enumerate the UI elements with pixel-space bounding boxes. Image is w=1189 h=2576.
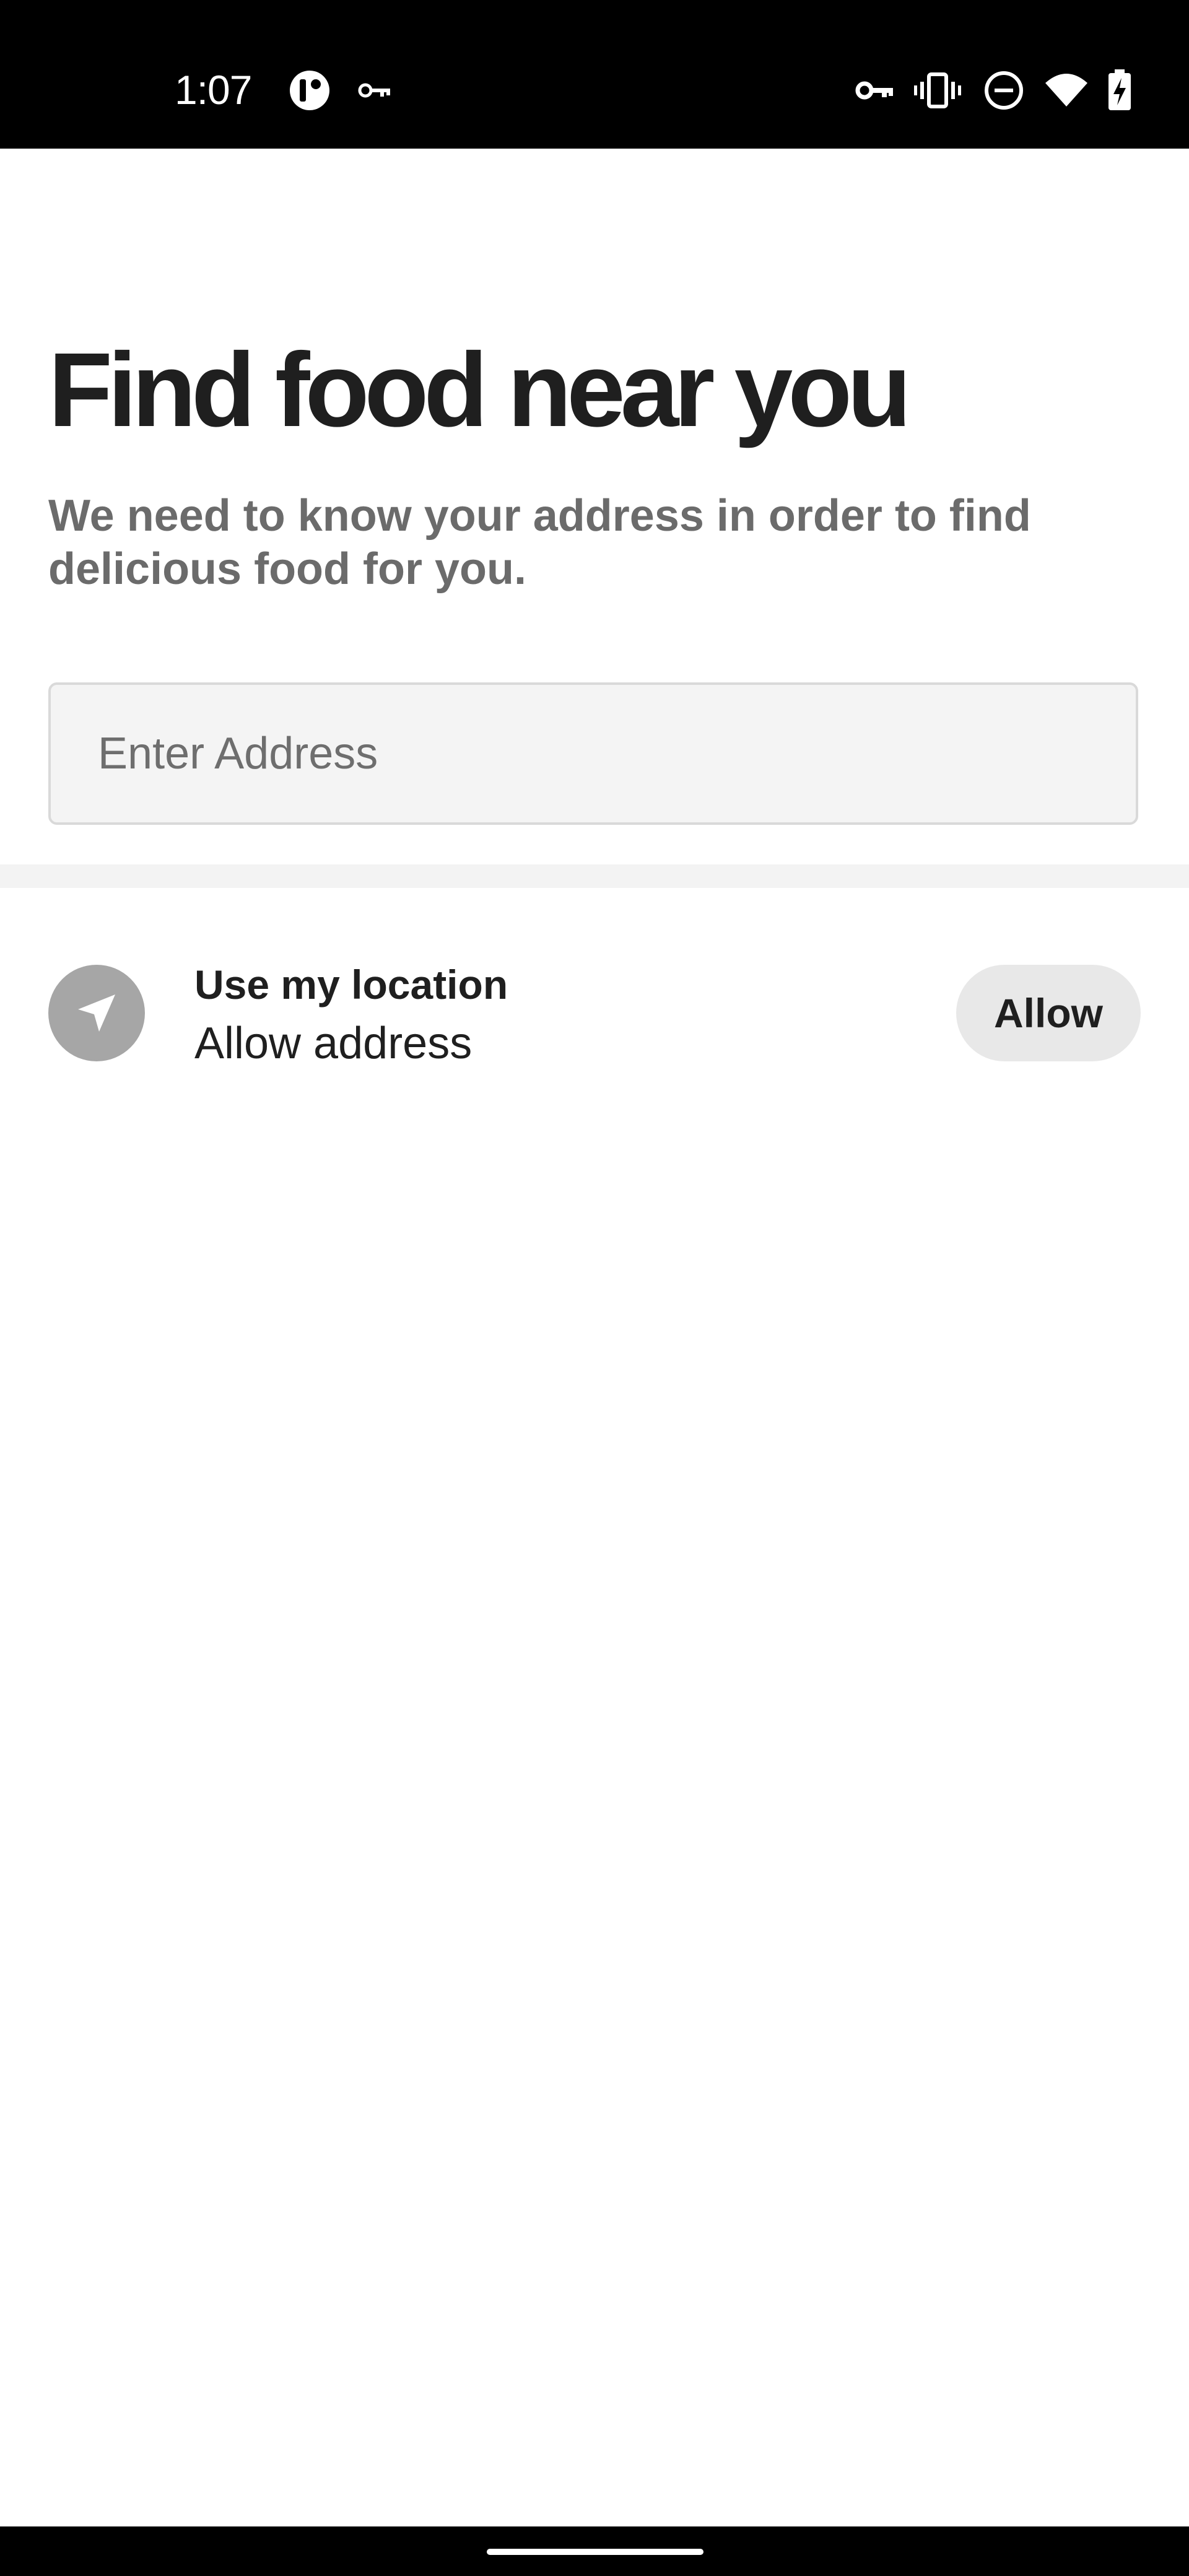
section-divider (0, 864, 1189, 888)
do-not-disturb-icon (982, 67, 1026, 114)
use-location-row[interactable]: Use my location Allow address Allow (0, 941, 1189, 1077)
address-input[interactable] (48, 682, 1138, 825)
use-location-title: Use my location (194, 962, 508, 1007)
page-subtitle: We need to know your address in order to… (48, 491, 1031, 594)
page-title: Find food near you (48, 331, 912, 449)
home-indicator[interactable] (487, 2549, 703, 2555)
vibrate-icon (914, 67, 961, 114)
screen: 1:07 Find food near you We need to know … (0, 0, 1189, 2576)
status-bar: 1:07 (0, 0, 1189, 149)
use-location-subtitle: Allow address (194, 1019, 473, 1068)
vpn-key-icon (358, 67, 393, 114)
allow-button[interactable]: Allow (956, 965, 1141, 1061)
wifi-icon (1043, 67, 1090, 114)
status-time: 1:07 (175, 67, 252, 113)
navigation-arrow-icon (48, 965, 145, 1061)
app-notification-icon (286, 67, 333, 114)
vpn-key-icon (855, 67, 895, 114)
battery-charging-icon (1106, 67, 1133, 114)
